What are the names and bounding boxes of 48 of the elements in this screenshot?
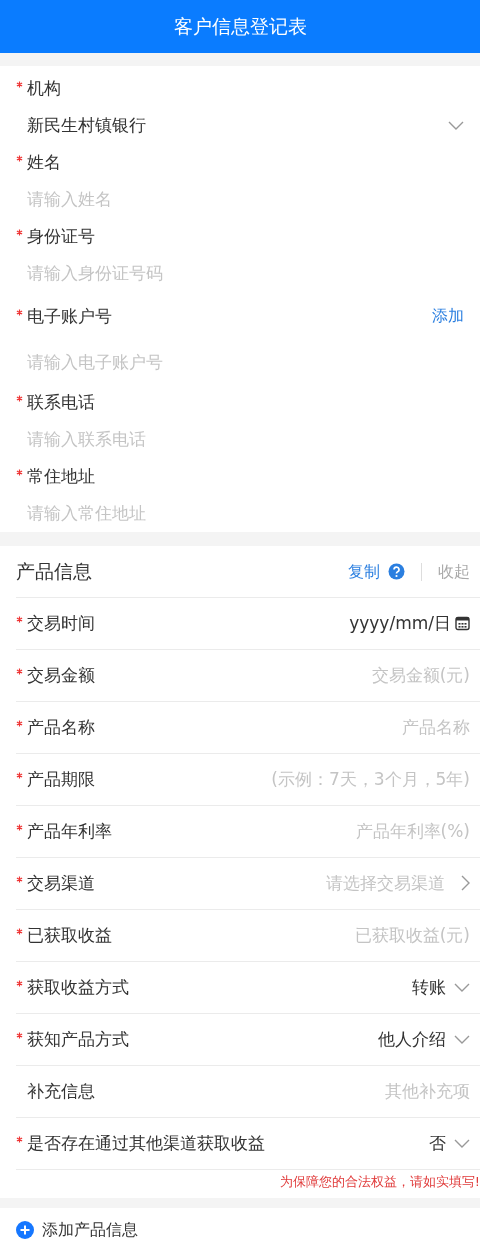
chevron-down-icon [448,121,464,130]
field-label: 产品名称 [27,717,95,738]
notice-text: 为保障您的合法权益，请如实填写! [279,1174,480,1190]
input-field[interactable]: 产品年利率(%) [128,821,470,842]
field-label: 获知产品方式 [27,1029,129,1050]
copy-link[interactable]: 复制 [348,561,380,582]
select-field[interactable]: 请选择交易渠道 [111,873,445,894]
chevron-down-icon [454,983,470,992]
field-label: 补充信息 [27,1081,95,1102]
input-field[interactable]: 其他补充项 [111,1081,470,1102]
add-product-button[interactable]: 添加产品信息 [16,1217,138,1242]
select-value[interactable]: 他人介绍 [378,1029,446,1050]
field-label: 常住地址 [27,466,95,487]
plus-circle-icon [16,1220,34,1239]
input-field[interactable]: (示例：7天，3个月，5年) [111,769,470,790]
field-label: 是否存在通过其他渠道获取收益 [27,1133,265,1154]
field-label: 产品年利率 [27,821,112,842]
add-link[interactable]: 添加 [432,306,464,326]
input-field[interactable]: 请输入身份证号码 [27,263,464,284]
chevron-down-icon [454,1035,470,1044]
input-field[interactable]: 请输入联系电话 [27,429,464,450]
date-field[interactable]: yyyy/mm/日 [349,613,451,634]
field-label: 已获取收益 [27,925,112,946]
field-label: 姓名 [27,152,61,173]
section-title: 产品信息 [16,560,92,583]
field-label: 电子账户号 [27,305,112,327]
field-label: 产品期限 [27,769,95,790]
input-field[interactable]: 请输入姓名 [27,189,464,210]
select-value[interactable]: 新民生村镇银行 [27,115,146,136]
field-label: 获取收益方式 [27,977,129,998]
select-value[interactable]: 转账 [412,977,446,998]
help-icon [388,563,405,580]
input-field[interactable]: 已获取收益(元) [128,925,470,946]
select-value[interactable]: 否 [429,1133,446,1154]
calendar-icon [455,616,470,631]
input-field[interactable]: 产品名称 [111,717,470,738]
input-field[interactable]: 请输入电子账户号 [27,351,464,373]
chevron-right-icon [461,875,470,892]
field-label: 交易渠道 [27,873,95,894]
field-label: 联系电话 [27,392,95,413]
field-label: 交易时间 [27,613,95,634]
input-field[interactable]: 交易金额(元) [111,665,470,686]
field-label: 交易金额 [27,665,95,686]
chevron-down-icon [454,1139,470,1148]
field-label: 身份证号 [27,226,95,247]
field-label: 机构 [27,78,61,99]
input-field[interactable]: 请输入常住地址 [27,503,464,524]
page-title: 客户信息登记表 [173,15,307,38]
